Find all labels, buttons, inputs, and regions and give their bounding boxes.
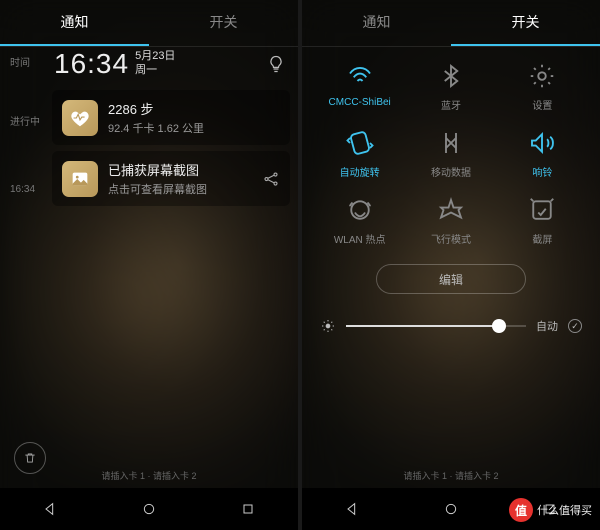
label-time: 时间 bbox=[0, 40, 52, 83]
watermark-text: 什么值得买 bbox=[537, 502, 592, 518]
toggle-screen: 通知 开关 CMCC-ShiBei 蓝牙 设置自动旋转 移动数据 响铃 WLAN 热点 飞行… bbox=[302, 0, 600, 530]
toggle-label: CMCC-ShiBei bbox=[329, 97, 391, 108]
toggle-2[interactable]: 设置 bbox=[497, 55, 588, 118]
nav-home-icon[interactable] bbox=[141, 501, 157, 517]
edit-button[interactable]: 编辑 bbox=[376, 264, 526, 294]
watermark: 值 什么值得买 bbox=[509, 498, 592, 522]
timeline-labels: 时间 进行中 16:34 bbox=[0, 40, 52, 470]
brightness-icon bbox=[320, 318, 336, 334]
toggle-icon bbox=[436, 128, 466, 158]
toggle-1[interactable]: 蓝牙 bbox=[405, 55, 496, 118]
clock: 16:34 bbox=[54, 48, 129, 80]
toggle-7[interactable]: 飞行模式 bbox=[405, 189, 496, 252]
auto-checkbox[interactable]: ✓ bbox=[568, 319, 582, 333]
toggle-icon bbox=[345, 61, 375, 91]
nav-back-icon[interactable] bbox=[344, 501, 360, 517]
watermark-badge: 值 bbox=[509, 498, 533, 522]
toggle-icon bbox=[527, 61, 557, 91]
sim-status: 请插入卡 1 · 请插入卡 2 bbox=[302, 469, 600, 482]
toggle-label: 设置 bbox=[532, 97, 552, 112]
health-title: 2286 步 bbox=[108, 99, 280, 118]
date: 5月23日 bbox=[135, 50, 175, 64]
toggle-6[interactable]: WLAN 热点 bbox=[314, 189, 405, 252]
tab-notify[interactable]: 通知 bbox=[302, 0, 451, 46]
toggle-grid: CMCC-ShiBei 蓝牙 设置自动旋转 移动数据 响铃 WLAN 热点 飞行模式 截屏 bbox=[302, 47, 600, 252]
share-icon[interactable] bbox=[262, 170, 280, 188]
label-ts: 16:34 bbox=[0, 170, 52, 209]
toggle-icon bbox=[345, 195, 375, 225]
auto-label: 自动 bbox=[536, 318, 558, 334]
time-row: 16:34 5月23日 周一 bbox=[52, 40, 290, 90]
toggle-label: 蓝牙 bbox=[441, 97, 461, 112]
navbar bbox=[0, 488, 298, 530]
toggle-label: 截屏 bbox=[532, 231, 552, 246]
toggle-5[interactable]: 响铃 bbox=[497, 122, 588, 185]
toggle-label: WLAN 热点 bbox=[334, 231, 386, 246]
toggle-4[interactable]: 移动数据 bbox=[405, 122, 496, 185]
nav-recent-icon[interactable] bbox=[240, 501, 256, 517]
toggle-icon bbox=[527, 195, 557, 225]
screenshot-card[interactable]: 已捕获屏幕截图 点击可查看屏幕截图 bbox=[52, 151, 290, 206]
nav-home-icon[interactable] bbox=[443, 501, 459, 517]
weekday: 周一 bbox=[135, 64, 175, 78]
tabs: 通知 开关 bbox=[302, 0, 600, 47]
toggle-icon bbox=[345, 128, 375, 158]
screenshot-title: 已捕获屏幕截图 bbox=[108, 160, 252, 179]
toggle-label: 响铃 bbox=[532, 164, 552, 179]
nav-back-icon[interactable] bbox=[42, 501, 58, 517]
sim-status: 请插入卡 1 · 请插入卡 2 bbox=[0, 469, 298, 482]
toggle-icon bbox=[436, 195, 466, 225]
bulb-icon[interactable] bbox=[266, 54, 286, 74]
screenshot-sub: 点击可查看屏幕截图 bbox=[108, 181, 252, 197]
toggle-label: 自动旋转 bbox=[340, 164, 380, 179]
health-icon bbox=[62, 100, 98, 136]
toggle-0[interactable]: CMCC-ShiBei bbox=[314, 55, 405, 118]
toggle-3[interactable]: 自动旋转 bbox=[314, 122, 405, 185]
label-ongoing: 进行中 bbox=[0, 99, 52, 142]
gallery-icon bbox=[62, 161, 98, 197]
notification-screen: 通知 开关 时间 进行中 16:34 16:34 5月23日 周一 bbox=[0, 0, 298, 530]
brightness-slider[interactable] bbox=[346, 325, 526, 327]
health-card[interactable]: 2286 步 92.4 千卡 1.62 公里 bbox=[52, 90, 290, 145]
health-sub: 92.4 千卡 1.62 公里 bbox=[108, 120, 280, 136]
toggle-8[interactable]: 截屏 bbox=[497, 189, 588, 252]
brightness-row: 自动 ✓ bbox=[302, 294, 600, 334]
toggle-icon bbox=[527, 128, 557, 158]
toggle-label: 飞行模式 bbox=[431, 231, 471, 246]
toggle-icon bbox=[436, 61, 466, 91]
tab-toggle[interactable]: 开关 bbox=[451, 0, 600, 46]
toggle-label: 移动数据 bbox=[431, 164, 471, 179]
